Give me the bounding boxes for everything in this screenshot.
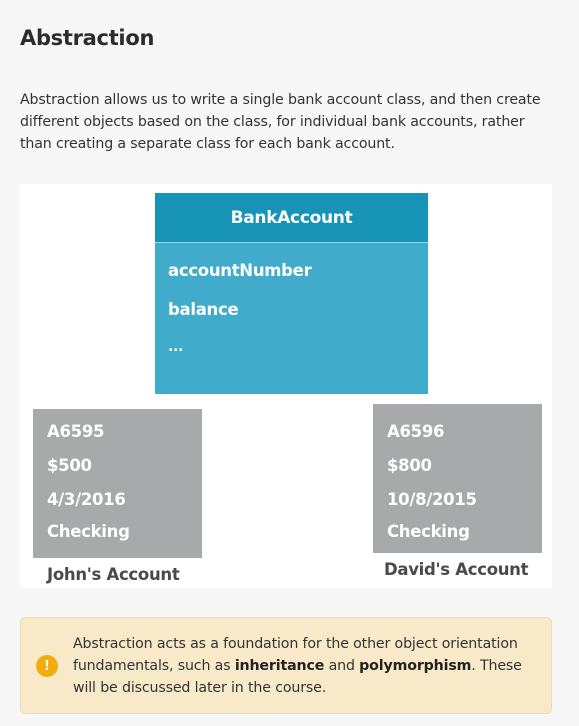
object-type: Checking — [387, 522, 470, 541]
object-account-number: A6596 — [387, 422, 445, 441]
info-callout: ! Abstraction acts as a foundation for t… — [20, 617, 552, 714]
class-name: BankAccount — [155, 193, 428, 243]
class-field-account-number: accountNumber — [168, 261, 312, 280]
warning-icon: ! — [36, 655, 58, 677]
object-balance: $500 — [47, 456, 92, 475]
object-caption-david: David's Account — [384, 560, 529, 579]
term-polymorphism: polymorphism — [359, 658, 472, 674]
lesson-page: Abstraction Abstraction allows us to wri… — [0, 0, 579, 726]
class-field-balance: balance — [168, 300, 239, 319]
object-date: 4/3/2016 — [47, 490, 126, 509]
callout-text: Abstraction acts as a foundation for the… — [73, 633, 545, 699]
intro-paragraph: Abstraction allows us to write a single … — [20, 92, 541, 152]
abstraction-diagram: BankAccount accountNumber balance ... A6… — [20, 184, 552, 588]
object-balance: $800 — [387, 456, 432, 475]
class-field-ellipsis: ... — [168, 339, 184, 355]
page-title: Abstraction — [20, 26, 155, 50]
callout-text-part: and — [324, 658, 360, 674]
object-box-john: A6595 $500 4/3/2016 Checking — [33, 409, 202, 558]
term-inheritance: inheritance — [234, 658, 325, 674]
object-date: 10/8/2015 — [387, 490, 477, 509]
object-box-david: A6596 $800 10/8/2015 Checking — [373, 404, 542, 553]
class-box-bankaccount: BankAccount accountNumber balance ... — [155, 193, 428, 394]
object-type: Checking — [47, 522, 130, 541]
object-caption-john: John's Account — [47, 565, 180, 584]
object-account-number: A6595 — [47, 422, 105, 441]
